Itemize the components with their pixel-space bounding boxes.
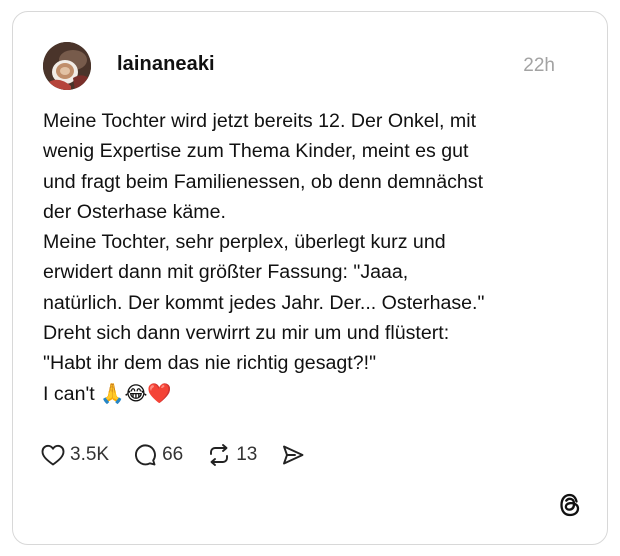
post-header: lainaneaki 22h [43,42,577,90]
post-actions: 3.5K 66 13 [41,440,329,470]
share-button[interactable] [281,444,305,466]
avatar[interactable] [43,42,91,90]
like-count: 3.5K [70,444,110,465]
post-text-line: I can't 🙏😂❤️ [43,382,172,405]
repost-arrows-icon [207,443,231,467]
post-text-line: erwidert dann mit größter Fassung: "Jaaa… [43,261,409,284]
post-text-line: Meine Tochter, sehr perplex, überlegt ku… [43,231,446,254]
repost-button[interactable]: 13 [207,443,257,467]
repost-count: 13 [236,444,258,465]
post-card: lainaneaki 22h Meine Tochter wird jetzt … [12,11,608,545]
like-button[interactable]: 3.5K [41,444,109,466]
username[interactable]: lainaneaki [117,53,215,76]
send-icon [281,444,305,466]
post-text-line: Dreht sich dann verwirrt zu mir um und f… [43,322,450,345]
speech-bubble-icon [133,443,157,467]
threads-logo-icon [557,492,583,518]
post-timestamp: 22h [523,55,555,76]
reply-count: 66 [162,444,184,465]
post-text-line: der Osterhase käme. [43,200,226,223]
reply-button[interactable]: 66 [133,443,183,467]
post-text-line: wenig Expertise zum Thema Kinder, meint … [43,140,469,163]
post-text: Meine Tochter wird jetzt bereits 12. Der… [43,106,588,409]
heart-icon [41,444,65,466]
post-text-line: Meine Tochter wird jetzt bereits 12. Der… [43,110,477,132]
post-text-line: natürlich. Der kommt jedes Jahr. Der... … [43,291,485,314]
post-text-line: "Habt ihr dem das nie richtig gesagt?!" [43,352,377,375]
post-text-line: und fragt beim Familienessen, ob denn de… [43,170,484,193]
